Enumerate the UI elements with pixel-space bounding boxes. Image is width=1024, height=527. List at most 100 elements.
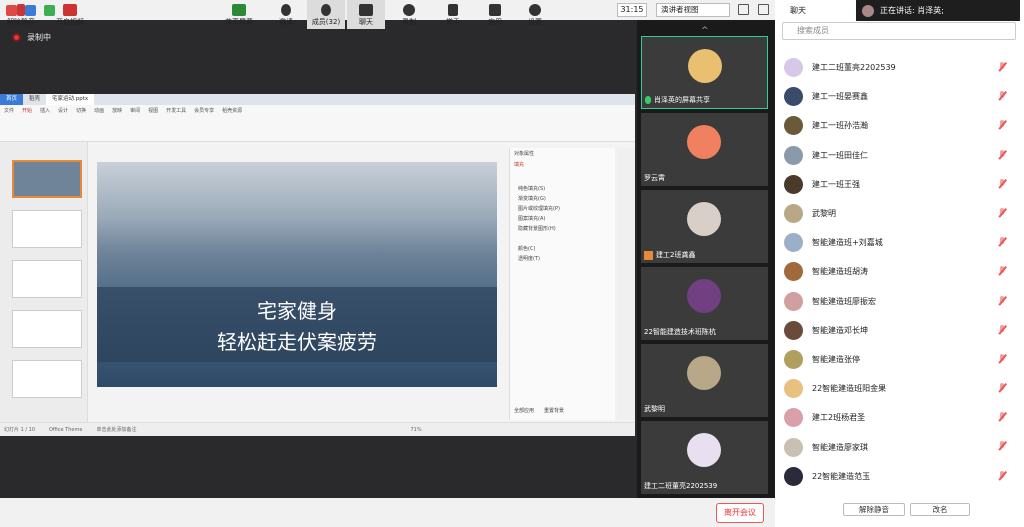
video-tile[interactable]: 建工2班龚鑫	[641, 190, 768, 263]
member-row[interactable]: 建工一班孙浩瀚	[784, 111, 1020, 140]
mic-muted-icon[interactable]	[998, 120, 1006, 130]
share-screen-button[interactable]: 共享屏幕	[220, 0, 258, 29]
video-tile[interactable]: 武黎明	[641, 344, 768, 417]
raise-hand-button[interactable]: 举手	[434, 0, 472, 29]
mic-muted-icon[interactable]	[998, 266, 1006, 276]
member-row[interactable]: 22智能建造范玉	[784, 462, 1020, 491]
member-name: 建工一班王强	[812, 179, 860, 189]
current-slide[interactable]: 宅家健身 轻松赶走伏案疲劳	[97, 162, 497, 387]
zoom-level[interactable]: 71%	[410, 427, 421, 433]
view-switch-button[interactable]: 演讲者视图	[656, 3, 730, 17]
mic-muted-icon[interactable]	[998, 353, 1006, 364]
mic-muted-icon[interactable]	[998, 412, 1006, 422]
record-dot-icon	[12, 33, 21, 42]
participant-name: 建工2班龚鑫	[656, 251, 696, 259]
slide-thumb-1[interactable]	[12, 160, 82, 198]
fill-option-hide-bg[interactable]: 隐藏背景图形(H)	[518, 224, 609, 234]
mic-muted-icon[interactable]	[998, 470, 1006, 481]
unmute-all-button[interactable]: 解除静音	[843, 503, 905, 516]
slide-thumb-5[interactable]	[12, 360, 82, 398]
menu-review[interactable]: 审阅	[130, 107, 140, 114]
member-row[interactable]: 建工一班田佳仁	[784, 141, 1020, 170]
slide-thumb-4[interactable]	[12, 310, 82, 348]
members-button[interactable]: 成员(32)	[307, 0, 345, 29]
menu-slideshow[interactable]: 放映	[112, 107, 122, 114]
scroll-up-icon[interactable]: ^	[701, 27, 711, 36]
mic-muted-icon[interactable]	[998, 441, 1006, 451]
video-tile[interactable]: 22智能建造技术班陈杭	[641, 267, 768, 340]
document-tabs: 首页 稻壳 宅家运动.pptx	[0, 94, 635, 105]
member-row[interactable]: 22智能建造班阳金果	[784, 374, 1020, 403]
member-row[interactable]: 建工2班杨君圣	[784, 403, 1020, 432]
notes-placeholder[interactable]: 单击此处添加备注	[96, 426, 136, 433]
video-label: 开启视频	[56, 18, 84, 26]
member-row[interactable]: 武黎明	[784, 199, 1020, 228]
member-row[interactable]: 建工一班王强	[784, 170, 1020, 199]
chat-button[interactable]: 聊天	[347, 0, 385, 29]
mic-muted-icon[interactable]	[998, 91, 1006, 101]
video-tile[interactable]: 建工二班董亮2202539	[641, 421, 768, 494]
record-button[interactable]: 录制	[390, 0, 428, 29]
mic-muted-icon[interactable]	[998, 295, 1006, 306]
menu-file[interactable]: 文件	[4, 107, 14, 114]
member-name: 建工一班孙浩瀚	[812, 121, 868, 131]
menu-animation[interactable]: 动画	[94, 107, 104, 114]
member-name: 智能建造邓长坤	[812, 325, 868, 335]
member-row[interactable]: 智能建造班胡涛	[784, 257, 1020, 286]
mic-muted-icon[interactable]	[998, 178, 1006, 189]
member-search-input[interactable]: 搜索成员	[782, 22, 1016, 40]
slide-thumb-3[interactable]	[12, 260, 82, 298]
member-row[interactable]: 智能建造廖家琪	[784, 432, 1020, 461]
member-row[interactable]: 智能建造班+刘嘉城	[784, 228, 1020, 257]
participant-name: 建工二班董亮2202539	[644, 482, 718, 490]
apply-all-button[interactable]: 全部应用	[514, 407, 534, 414]
leave-meeting-button[interactable]: 离开会议	[716, 503, 764, 523]
tab-home[interactable]: 首页	[0, 94, 24, 105]
menu-transition[interactable]: 切换	[76, 107, 86, 114]
menu-view[interactable]: 视图	[148, 107, 158, 114]
speaking-indicator: 正在讲话: 肖泽英;	[856, 0, 1020, 21]
fill-option-gradient[interactable]: 渐变填充(G)	[518, 194, 609, 204]
fill-option-solid[interactable]: 纯色填充(S)	[518, 184, 609, 194]
apps-button[interactable]: 应用	[476, 0, 514, 29]
tab-docer[interactable]: 稻壳	[23, 94, 46, 105]
video-tile[interactable]: 罗云霄	[641, 113, 768, 186]
slide-thumb-2[interactable]	[12, 210, 82, 248]
member-row[interactable]: 智能建造邓长坤	[784, 316, 1020, 345]
menu-member[interactable]: 会员专享	[194, 107, 214, 114]
mic-muted-icon[interactable]	[998, 62, 1006, 72]
layout-icon[interactable]	[758, 4, 769, 15]
slide-counter: 幻灯片 1 / 10	[4, 427, 35, 433]
menu-resources[interactable]: 稻壳资源	[222, 107, 242, 114]
menu-dev-tools[interactable]: 开发工具	[166, 107, 186, 114]
menu-start[interactable]: 开始	[22, 107, 32, 114]
slide-title: 宅家健身	[257, 299, 337, 323]
unmute-button[interactable]: 解除静音	[2, 0, 40, 29]
member-row[interactable]: 建工二班董亮2202539	[784, 53, 1020, 82]
member-row[interactable]: 智能建造张停	[784, 345, 1020, 374]
fullscreen-icon[interactable]	[738, 4, 749, 15]
member-row[interactable]: 建工一班晏赛鑫	[784, 82, 1020, 111]
invite-icon	[281, 4, 291, 16]
mic-muted-icon[interactable]	[998, 237, 1006, 247]
menu-insert[interactable]: 插入	[40, 107, 50, 114]
member-name: 智能建造班廖振宏	[812, 296, 876, 306]
pane-section[interactable]: 填充	[510, 159, 615, 170]
invite-button[interactable]: 邀请	[267, 0, 305, 29]
rename-button[interactable]: 改名	[910, 503, 970, 516]
settings-button[interactable]: 设置	[516, 0, 554, 29]
mic-muted-icon[interactable]	[998, 324, 1006, 335]
fill-option-pattern[interactable]: 图案填充(A)	[518, 214, 609, 224]
ribbon-toolbar	[0, 116, 635, 142]
mic-muted-icon[interactable]	[998, 383, 1006, 393]
tab-document[interactable]: 宅家运动.pptx	[46, 94, 95, 105]
start-video-button[interactable]: 开启视频	[51, 0, 89, 29]
video-tile[interactable]: 肖泽英的屏幕共享	[641, 36, 768, 109]
menu-design[interactable]: 设计	[58, 107, 68, 114]
fill-option-picture[interactable]: 图片或纹理填充(P)	[518, 204, 609, 214]
member-row[interactable]: 智能建造班廖振宏	[784, 287, 1020, 316]
avatar	[784, 320, 803, 340]
reset-bg-button[interactable]: 重置背景	[544, 407, 564, 414]
mic-muted-icon[interactable]	[998, 207, 1006, 218]
mic-muted-icon[interactable]	[998, 149, 1006, 160]
